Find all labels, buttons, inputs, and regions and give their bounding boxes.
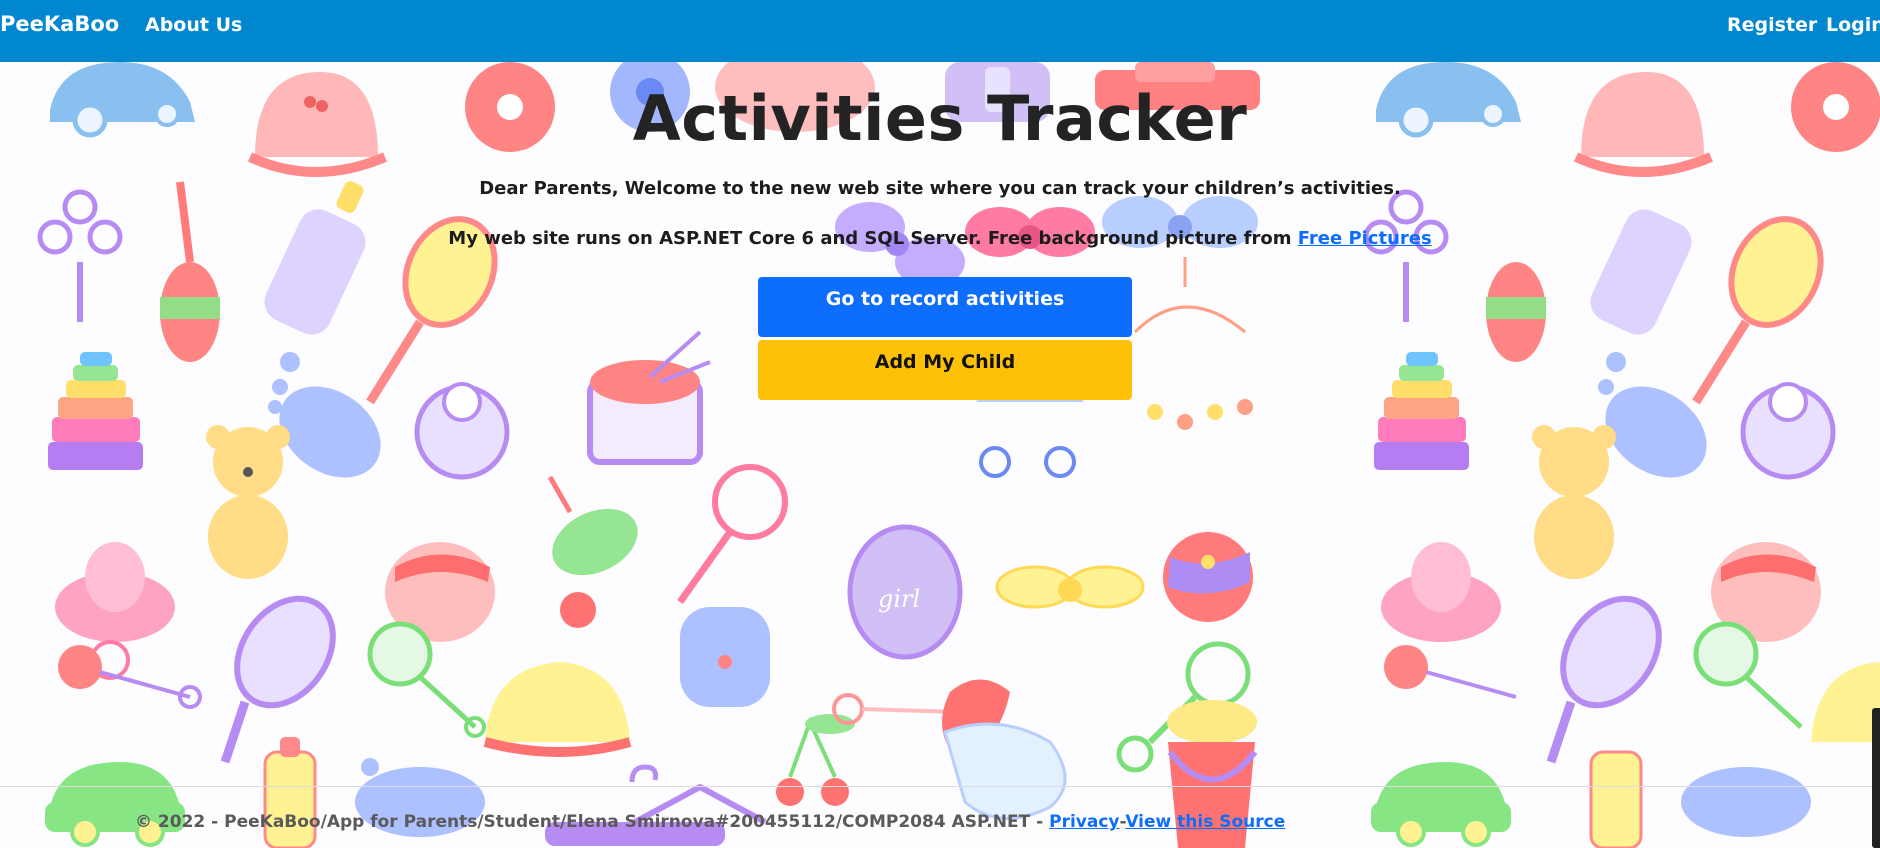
nav-login[interactable]: Login xyxy=(1826,14,1880,36)
nav-about-us[interactable]: About Us xyxy=(145,14,242,36)
tech-stack-text: My web site runs on ASP.NET Core 6 and S… xyxy=(0,228,1880,249)
top-navbar: PeeKaBoo About Us Register Login xyxy=(0,0,1880,62)
welcome-text: Dear Parents, Welcome to the new web sit… xyxy=(479,178,1401,199)
view-source-link[interactable]: View this Source xyxy=(1125,812,1285,832)
side-scroll-tab[interactable] xyxy=(1872,708,1880,848)
add-my-child-button[interactable]: Add My Child xyxy=(758,340,1132,400)
footer-copyright: © 2022 - PeeKaBoo/App for Parents/Studen… xyxy=(135,812,1044,832)
footer-divider xyxy=(0,786,1880,787)
privacy-link[interactable]: Privacy xyxy=(1049,812,1119,832)
footer: © 2022 - PeeKaBoo/App for Parents/Studen… xyxy=(135,812,1285,832)
nav-register[interactable]: Register xyxy=(1727,14,1817,36)
tech-stack-label: My web site runs on ASP.NET Core 6 and S… xyxy=(448,228,1292,249)
brand-logo[interactable]: PeeKaBoo xyxy=(0,12,119,36)
page-title: Activities Tracker xyxy=(632,82,1248,155)
free-pictures-link[interactable]: Free Pictures xyxy=(1298,228,1432,249)
record-activities-button[interactable]: Go to record activities xyxy=(758,277,1132,337)
